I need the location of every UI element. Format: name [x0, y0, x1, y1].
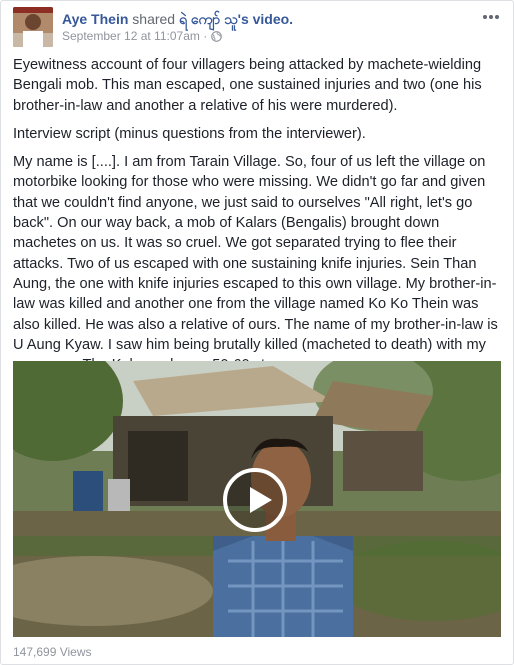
- play-icon[interactable]: [223, 468, 287, 532]
- globe-icon[interactable]: [210, 31, 222, 45]
- post-card: Aye Thein shared ရဲ ကျော် သူ's video. Se…: [0, 0, 514, 665]
- view-count: 147,699 Views: [13, 645, 92, 659]
- possessive-video-link[interactable]: 's video.: [238, 11, 293, 27]
- post-header: Aye Thein shared ရဲ ကျော် သူ's video. Se…: [13, 7, 501, 47]
- more-options-icon[interactable]: [481, 7, 501, 28]
- meta-separator: ·: [203, 29, 208, 43]
- post-paragraph: Interview script (minus questions from t…: [13, 125, 366, 142]
- author-name[interactable]: Aye Thein: [62, 11, 128, 27]
- post-date[interactable]: September 12 at 11:07am: [62, 29, 200, 43]
- shared-page-name[interactable]: ရဲ ကျော် သူ: [179, 11, 238, 27]
- author-line: Aye Thein shared ရဲ ကျော် သူ's video.: [62, 10, 293, 31]
- post-paragraph: Eyewitness account of four villagers bei…: [13, 57, 482, 114]
- post-text: Eyewitness account of four villagers bei…: [13, 55, 503, 383]
- avatar[interactable]: [13, 7, 53, 47]
- post-meta: September 12 at 11:07am ·: [62, 29, 222, 45]
- video-player[interactable]: [13, 361, 501, 637]
- post-paragraph: My name is [....]. I am from Tarain Vill…: [13, 154, 498, 373]
- shared-text: shared: [132, 11, 176, 27]
